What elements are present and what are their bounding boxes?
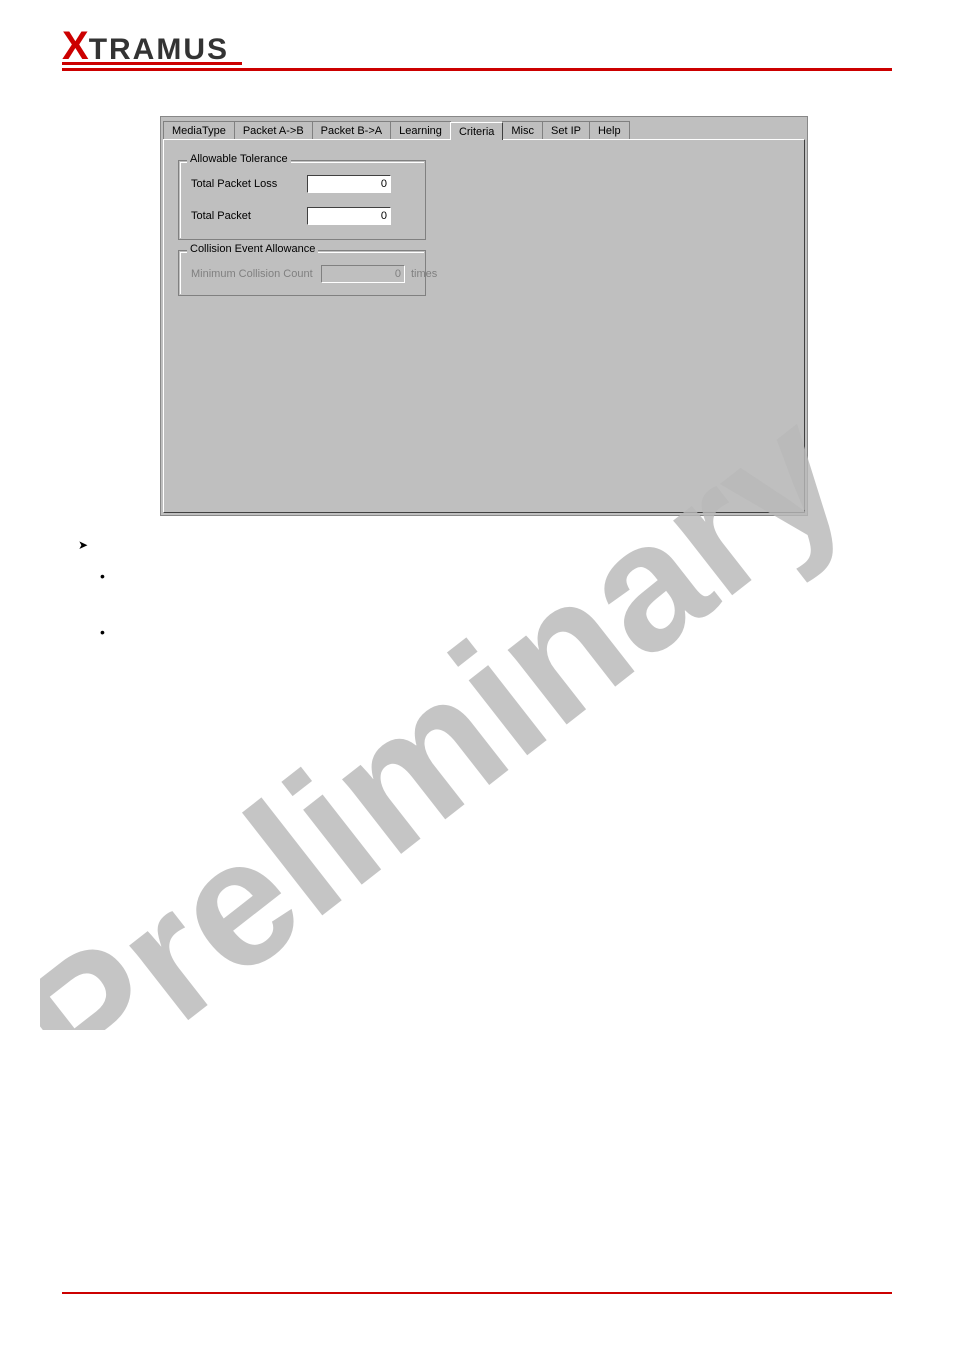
total-packet-loss-label: Total Packet Loss (191, 178, 307, 190)
min-collision-input (321, 265, 405, 283)
tab-packet-ba[interactable]: Packet B->A (312, 121, 391, 139)
tab-packet-ab[interactable]: Packet A->B (234, 121, 313, 139)
tab-setip[interactable]: Set IP (542, 121, 590, 139)
tab-content: Allowable Tolerance Total Packet Loss To… (163, 139, 805, 513)
tab-learning[interactable]: Learning (390, 121, 451, 139)
tab-misc[interactable]: Misc (502, 121, 543, 139)
tab-bar: MediaType Packet A->B Packet B->A Learni… (161, 117, 807, 139)
bullet-arrow-icon: ➤ (78, 538, 88, 552)
brand-underline (62, 62, 242, 65)
bullet-dot-icon: • (100, 624, 105, 640)
min-collision-unit: times (411, 268, 437, 280)
bullet-dot-icon: • (100, 568, 105, 584)
tab-help[interactable]: Help (589, 121, 630, 139)
min-collision-label: Minimum Collision Count (191, 268, 321, 280)
bottom-divider (62, 1292, 892, 1294)
top-divider (62, 68, 892, 71)
criteria-panel: MediaType Packet A->B Packet B->A Learni… (160, 116, 808, 516)
collision-legend: Collision Event Allowance (187, 243, 318, 255)
collision-allowance-group: Collision Event Allowance Minimum Collis… (178, 250, 426, 296)
total-packet-input[interactable] (307, 207, 391, 225)
total-packet-loss-input[interactable] (307, 175, 391, 193)
allowable-legend: Allowable Tolerance (187, 153, 291, 165)
allowable-tolerance-group: Allowable Tolerance Total Packet Loss To… (178, 160, 426, 240)
total-packet-label: Total Packet (191, 210, 307, 222)
tab-mediatype[interactable]: MediaType (163, 121, 235, 139)
tab-criteria[interactable]: Criteria (450, 122, 503, 140)
